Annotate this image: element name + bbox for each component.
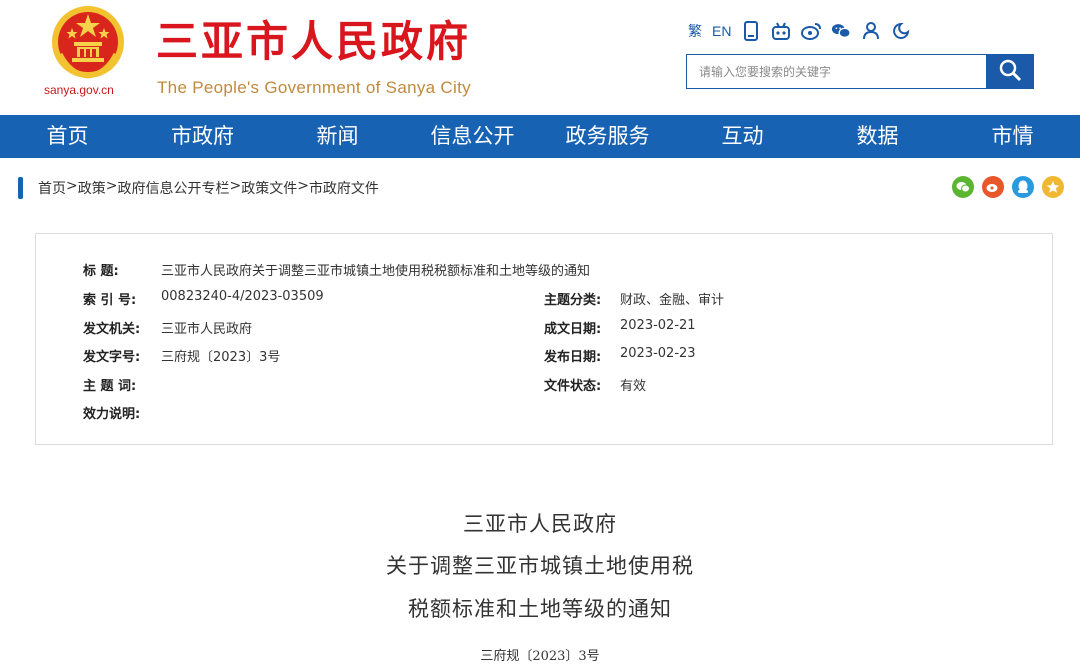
share-buttons [952, 176, 1064, 198]
user-icon[interactable] [861, 21, 881, 41]
metadata-published-date-label: 发布日期: [544, 350, 602, 365]
document-title-line-2: 关于调整三亚市城镇土地使用税 [386, 554, 694, 578]
breadcrumb-separator: > [297, 178, 309, 194]
share-weibo-icon[interactable] [982, 176, 1004, 198]
main-nav: 首页 市政府 新闻 信息公开 政务服务 互动 数据 市情 [0, 115, 1080, 158]
search-button[interactable] [986, 54, 1034, 89]
nav-item-information-disclosure[interactable]: 信息公开 [405, 115, 540, 158]
search-icon [998, 58, 1022, 85]
metadata-status-label: 文件状态: [544, 379, 602, 394]
accessibility-icon[interactable] [891, 21, 911, 41]
metadata-published-date-row: 发布日期: 2023-02-23 [544, 346, 696, 365]
metadata-category-label: 主题分类: [544, 293, 602, 308]
breadcrumb-disclosure-column[interactable]: 政府信息公开专栏 [117, 178, 229, 198]
metadata-status-value: 有效 [620, 379, 647, 394]
metadata-written-date-label: 成文日期: [544, 322, 602, 337]
metadata-title-value: 三亚市人民政府关于调整三亚市城镇土地使用税税额标准和土地等级的通知 [161, 264, 591, 279]
metadata-index-label: 索 引 号: [83, 293, 137, 308]
metadata-validity-label: 效力说明: [83, 407, 141, 422]
metadata-index-value: 00823240-4/2023-03509 [161, 289, 324, 304]
breadcrumb-separator: > [66, 178, 78, 194]
document-title-line-1: 三亚市人民政府 [463, 512, 617, 536]
metadata-index-row: 索 引 号: 00823240-4/2023-03509 [83, 289, 324, 308]
nav-item-data[interactable]: 数据 [810, 115, 945, 158]
document-title-line-3: 税额标准和土地等级的通知 [408, 597, 672, 621]
share-qzone-icon[interactable] [1042, 176, 1064, 198]
metadata-category-row: 主题分类: 财政、金融、审计 [544, 289, 724, 308]
english-link[interactable]: EN [712, 23, 731, 39]
share-wechat-icon[interactable] [952, 176, 974, 198]
metadata-issuer-row: 发文机关: 三亚市人民政府 [83, 318, 252, 337]
nav-item-news[interactable]: 新闻 [270, 115, 405, 158]
nav-item-city-overview[interactable]: 市情 [945, 115, 1080, 158]
nav-item-municipal-government[interactable]: 市政府 [135, 115, 270, 158]
nav-item-home[interactable]: 首页 [0, 115, 135, 158]
metadata-docno-value: 三府规〔2023〕3号 [161, 350, 281, 365]
breadcrumb-policy-documents[interactable]: 政策文件 [241, 178, 297, 198]
share-qq-icon[interactable] [1012, 176, 1034, 198]
metadata-validity-row: 效力说明: [83, 403, 161, 422]
nav-item-government-services[interactable]: 政务服务 [540, 115, 675, 158]
breadcrumb-separator: > [229, 178, 242, 194]
breadcrumb-bar: 首页 > 政策 > 政府信息公开专栏 > 政策文件 > 市政府文件 [18, 176, 1068, 199]
site-domain: sanya.gov.cn [44, 83, 114, 97]
robot-icon[interactable] [771, 21, 791, 41]
weibo-icon[interactable] [801, 21, 822, 41]
breadcrumb-policy[interactable]: 政策 [78, 178, 106, 198]
site-subtitle: The People's Government of Sanya City [157, 78, 471, 97]
metadata-title-row: 标 题: 三亚市人民政府关于调整三亚市城镇土地使用税税额标准和土地等级的通知 [83, 260, 590, 279]
metadata-written-date-value: 2023-02-21 [620, 318, 696, 333]
breadcrumb-separator: > [105, 178, 118, 194]
metadata-title-label: 标 题: [83, 264, 119, 279]
site-header: sanya.gov.cn 三亚市人民政府 The People's Govern… [0, 0, 1080, 115]
metadata-docno-label: 发文字号: [83, 350, 141, 365]
metadata-published-date-value: 2023-02-23 [620, 346, 696, 361]
metadata-issuer-label: 发文机关: [83, 322, 141, 337]
national-emblem-icon[interactable] [50, 4, 126, 80]
metadata-keywords-label: 主 题 词: [83, 379, 137, 394]
search-bar [686, 54, 1034, 89]
mobile-icon[interactable] [741, 21, 761, 41]
metadata-category-value: 财政、金融、审计 [620, 293, 725, 308]
breadcrumb: 首页 > 政策 > 政府信息公开专栏 > 政策文件 > 市政府文件 [38, 178, 379, 198]
breadcrumb-municipal-documents[interactable]: 市政府文件 [309, 178, 379, 198]
nav-item-interaction[interactable]: 互动 [675, 115, 810, 158]
document-number: 三府规〔2023〕3号 [480, 649, 600, 664]
metadata-written-date-row: 成文日期: 2023-02-21 [544, 318, 696, 337]
metadata-docno-row: 发文字号: 三府规〔2023〕3号 [83, 346, 280, 365]
site-title[interactable]: 三亚市人民政府 [156, 12, 471, 72]
metadata-keywords-row: 主 题 词: [83, 375, 161, 394]
metadata-issuer-value: 三亚市人民政府 [161, 322, 253, 337]
traditional-chinese-link[interactable]: 繁 [688, 21, 702, 41]
breadcrumb-home[interactable]: 首页 [38, 178, 66, 198]
header-toolbar: 繁 EN [688, 18, 911, 44]
metadata-status-row: 文件状态: 有效 [544, 375, 646, 394]
wechat-icon[interactable] [831, 21, 852, 41]
document-metadata-box: 标 题: 三亚市人民政府关于调整三亚市城镇土地使用税税额标准和土地等级的通知 索… [35, 233, 1053, 445]
breadcrumb-marker [18, 177, 23, 199]
search-input[interactable] [686, 54, 986, 89]
